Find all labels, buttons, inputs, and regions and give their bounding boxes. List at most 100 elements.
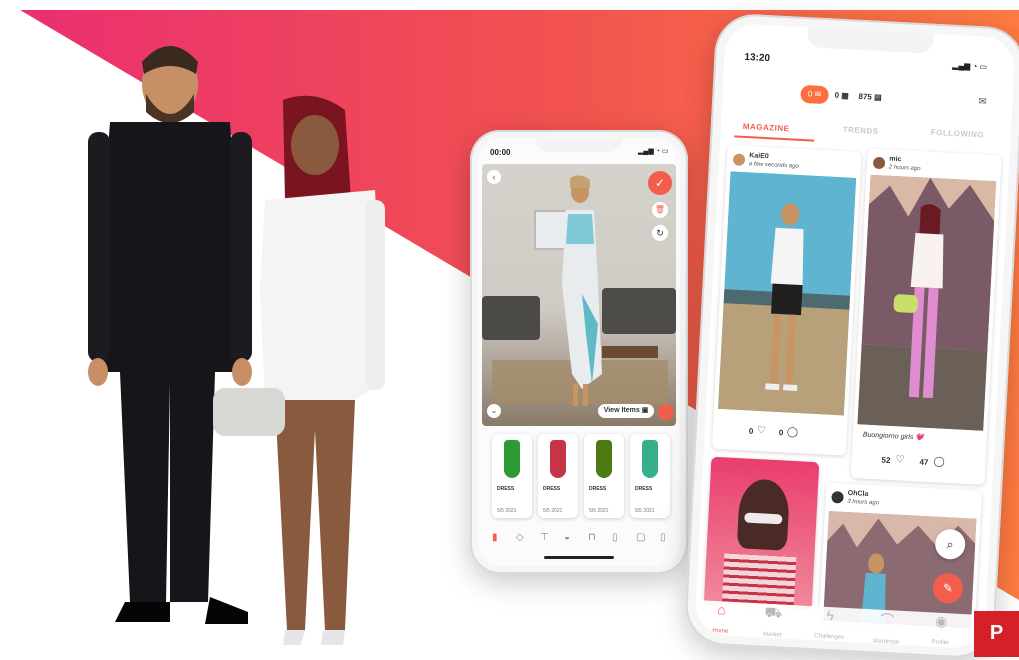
feed-post-card[interactable] bbox=[703, 456, 820, 611]
category-shirt-icon[interactable]: ⊤ bbox=[540, 532, 549, 543]
confirm-button[interactable]: ✓ bbox=[648, 171, 672, 195]
item-date: 5/5 2021 bbox=[497, 508, 517, 514]
striped-shirt bbox=[721, 553, 797, 610]
comments-count: 47 bbox=[919, 457, 929, 468]
item-date: 5/5 2021 bbox=[635, 508, 655, 514]
dressed-avatar bbox=[562, 175, 602, 406]
avatar bbox=[831, 491, 844, 504]
avatar bbox=[872, 156, 886, 170]
right-phone-notch bbox=[807, 27, 934, 54]
gems-counter[interactable]: 0 ▦ bbox=[834, 91, 849, 101]
category-bag-icon[interactable]: ◒ bbox=[564, 532, 570, 543]
pinterest-icon: P bbox=[989, 622, 1004, 644]
item-card[interactable]: DRESS 5/5 2021 bbox=[538, 434, 578, 518]
post-caption: Buongiorno girls 💗 bbox=[862, 431, 925, 442]
home-indicator bbox=[544, 556, 614, 559]
feed-post-card[interactable]: KaiE0 a few seconds ago 0 ♡ 0 ◯ bbox=[711, 145, 862, 456]
feed-post-card[interactable]: mic 2 hours ago Buongiorno girls 💗 52 ♡ … bbox=[850, 148, 1002, 485]
item-card[interactable]: DRESS 5/5 2021 bbox=[630, 434, 670, 518]
likes-count: 52 bbox=[881, 455, 891, 466]
lightning-icon: ϟ bbox=[826, 606, 835, 624]
item-date: 5/5 2021 bbox=[543, 508, 563, 514]
right-phone-screen: 13:20 ▂▄▆ ◔ ▭ 0 ✉ 0 ▦ 875 ▤ ✉ MAGAZINE T… bbox=[694, 22, 1016, 650]
left-phone-screen: 00:00 ▂▄▆ ◔ ▭ ‹ ✓ 🗑 ↻ ⌄ View Items ▣ DRE… bbox=[478, 138, 680, 566]
comments-count: 0 bbox=[778, 428, 784, 438]
nav-market-label: Market bbox=[762, 631, 782, 639]
nav-market[interactable]: ⛟ Market bbox=[752, 603, 794, 639]
sunglasses bbox=[744, 512, 783, 525]
filter-icon[interactable] bbox=[658, 404, 674, 420]
nav-home[interactable]: ⌂ Home bbox=[700, 600, 742, 636]
sofa bbox=[482, 296, 540, 340]
cart-icon: ⛟ bbox=[764, 603, 783, 621]
female-avatar-illustration bbox=[213, 95, 385, 645]
category-more-icon[interactable]: ▢ bbox=[636, 532, 645, 543]
trash-icon[interactable]: 🗑 bbox=[652, 202, 668, 218]
hanger-icon: ⌒ bbox=[879, 611, 895, 629]
post-username: OhCla bbox=[847, 489, 869, 498]
tab-magazine[interactable]: MAGAZINE bbox=[743, 122, 790, 133]
left-phone: 00:00 ▂▄▆ ◔ ▭ ‹ ✓ 🗑 ↻ ⌄ View Items ▣ DRE… bbox=[470, 130, 688, 574]
nav-wardrobe-label: Wardrobe bbox=[872, 638, 900, 646]
sofa-right bbox=[602, 288, 676, 334]
item-date: 5/5 2021 bbox=[589, 508, 609, 514]
dressing-room-scene bbox=[482, 164, 676, 426]
item-category: DRESS bbox=[589, 486, 607, 492]
left-phone-notch bbox=[536, 138, 622, 152]
home-icon: ⌂ bbox=[716, 601, 727, 618]
post-time: a few seconds ago bbox=[748, 161, 799, 170]
nav-home-label: Home bbox=[712, 627, 729, 635]
item-card[interactable]: DRESS 5/5 2021 bbox=[584, 434, 624, 518]
comment-icon[interactable]: ◯ bbox=[787, 427, 799, 439]
right-status-icons: ▂▄▆ ◔ ▭ bbox=[952, 60, 988, 72]
category-toolbar: ▮ ◇ ⊤ ◒ ⊓ ▯ ▢ ▯ bbox=[478, 530, 680, 548]
nav-wardrobe[interactable]: ⌒ Wardrobe bbox=[864, 609, 910, 646]
comment-icon[interactable]: ◯ bbox=[933, 456, 945, 468]
post-username: KaiE0 bbox=[749, 152, 769, 161]
coffee-table bbox=[602, 346, 658, 358]
right-phone: 13:20 ▂▄▆ ◔ ▭ 0 ✉ 0 ▦ 875 ▤ ✉ MAGAZINE T… bbox=[683, 12, 1019, 660]
category-extra-icon[interactable]: ▯ bbox=[660, 532, 666, 543]
nav-challenges-label: Challenges bbox=[814, 633, 845, 641]
heart-icon[interactable]: ♡ bbox=[895, 454, 905, 465]
post-time: 3 hours ago bbox=[847, 498, 880, 507]
post-time: 2 hours ago bbox=[888, 164, 921, 173]
item-category: DRESS bbox=[635, 486, 653, 492]
mail-icon[interactable]: ✉ bbox=[978, 96, 987, 107]
nav-profile-label: Profile bbox=[931, 639, 949, 647]
collapse-button[interactable]: ⌄ bbox=[487, 404, 501, 418]
category-top-icon[interactable]: ◇ bbox=[516, 532, 524, 543]
left-status-icons: ▂▄▆ ◔ ▭ bbox=[638, 148, 669, 155]
pinterest-button[interactable]: P bbox=[974, 611, 1019, 657]
category-pants-icon[interactable]: ▯ bbox=[612, 532, 618, 543]
post-photo bbox=[717, 171, 857, 416]
messages-counter[interactable]: 0 ✉ bbox=[800, 84, 830, 105]
post-username: mic bbox=[889, 155, 902, 164]
nav-challenges[interactable]: ϟ Challenges bbox=[806, 606, 854, 642]
left-status-time: 00:00 bbox=[490, 148, 511, 157]
tab-following[interactable]: FOLLOWING bbox=[931, 128, 985, 140]
reset-icon[interactable]: ↻ bbox=[652, 225, 668, 241]
coins-count: 875 bbox=[858, 91, 873, 102]
category-jacket-icon[interactable]: ⊓ bbox=[588, 532, 596, 543]
item-category: DRESS bbox=[543, 486, 561, 492]
right-status-time: 13:20 bbox=[744, 51, 771, 65]
heart-icon[interactable]: ♡ bbox=[757, 425, 767, 436]
tab-magazine-underline bbox=[734, 135, 815, 142]
tab-trends[interactable]: TRENDS bbox=[843, 125, 879, 136]
coins-counter[interactable]: 875 ▤ bbox=[858, 92, 882, 102]
item-category: DRESS bbox=[497, 486, 515, 492]
back-button[interactable]: ‹ bbox=[487, 170, 501, 184]
dress-thumbnail bbox=[550, 440, 566, 478]
post-photo bbox=[857, 174, 997, 431]
dress-thumbnail bbox=[642, 440, 658, 478]
category-dress-icon[interactable]: ▮ bbox=[492, 532, 498, 543]
item-card[interactable]: DRESS 5/5 2021 bbox=[492, 434, 532, 518]
view-items-button[interactable]: View Items ▣ bbox=[598, 404, 654, 418]
avatar bbox=[732, 153, 746, 166]
gems-count: 0 bbox=[834, 90, 840, 100]
messages-count: 0 bbox=[807, 89, 813, 99]
profile-icon: ◉ bbox=[934, 612, 948, 630]
view-items-label: View Items bbox=[603, 407, 640, 414]
nav-profile[interactable]: ◉ Profile bbox=[920, 612, 962, 648]
